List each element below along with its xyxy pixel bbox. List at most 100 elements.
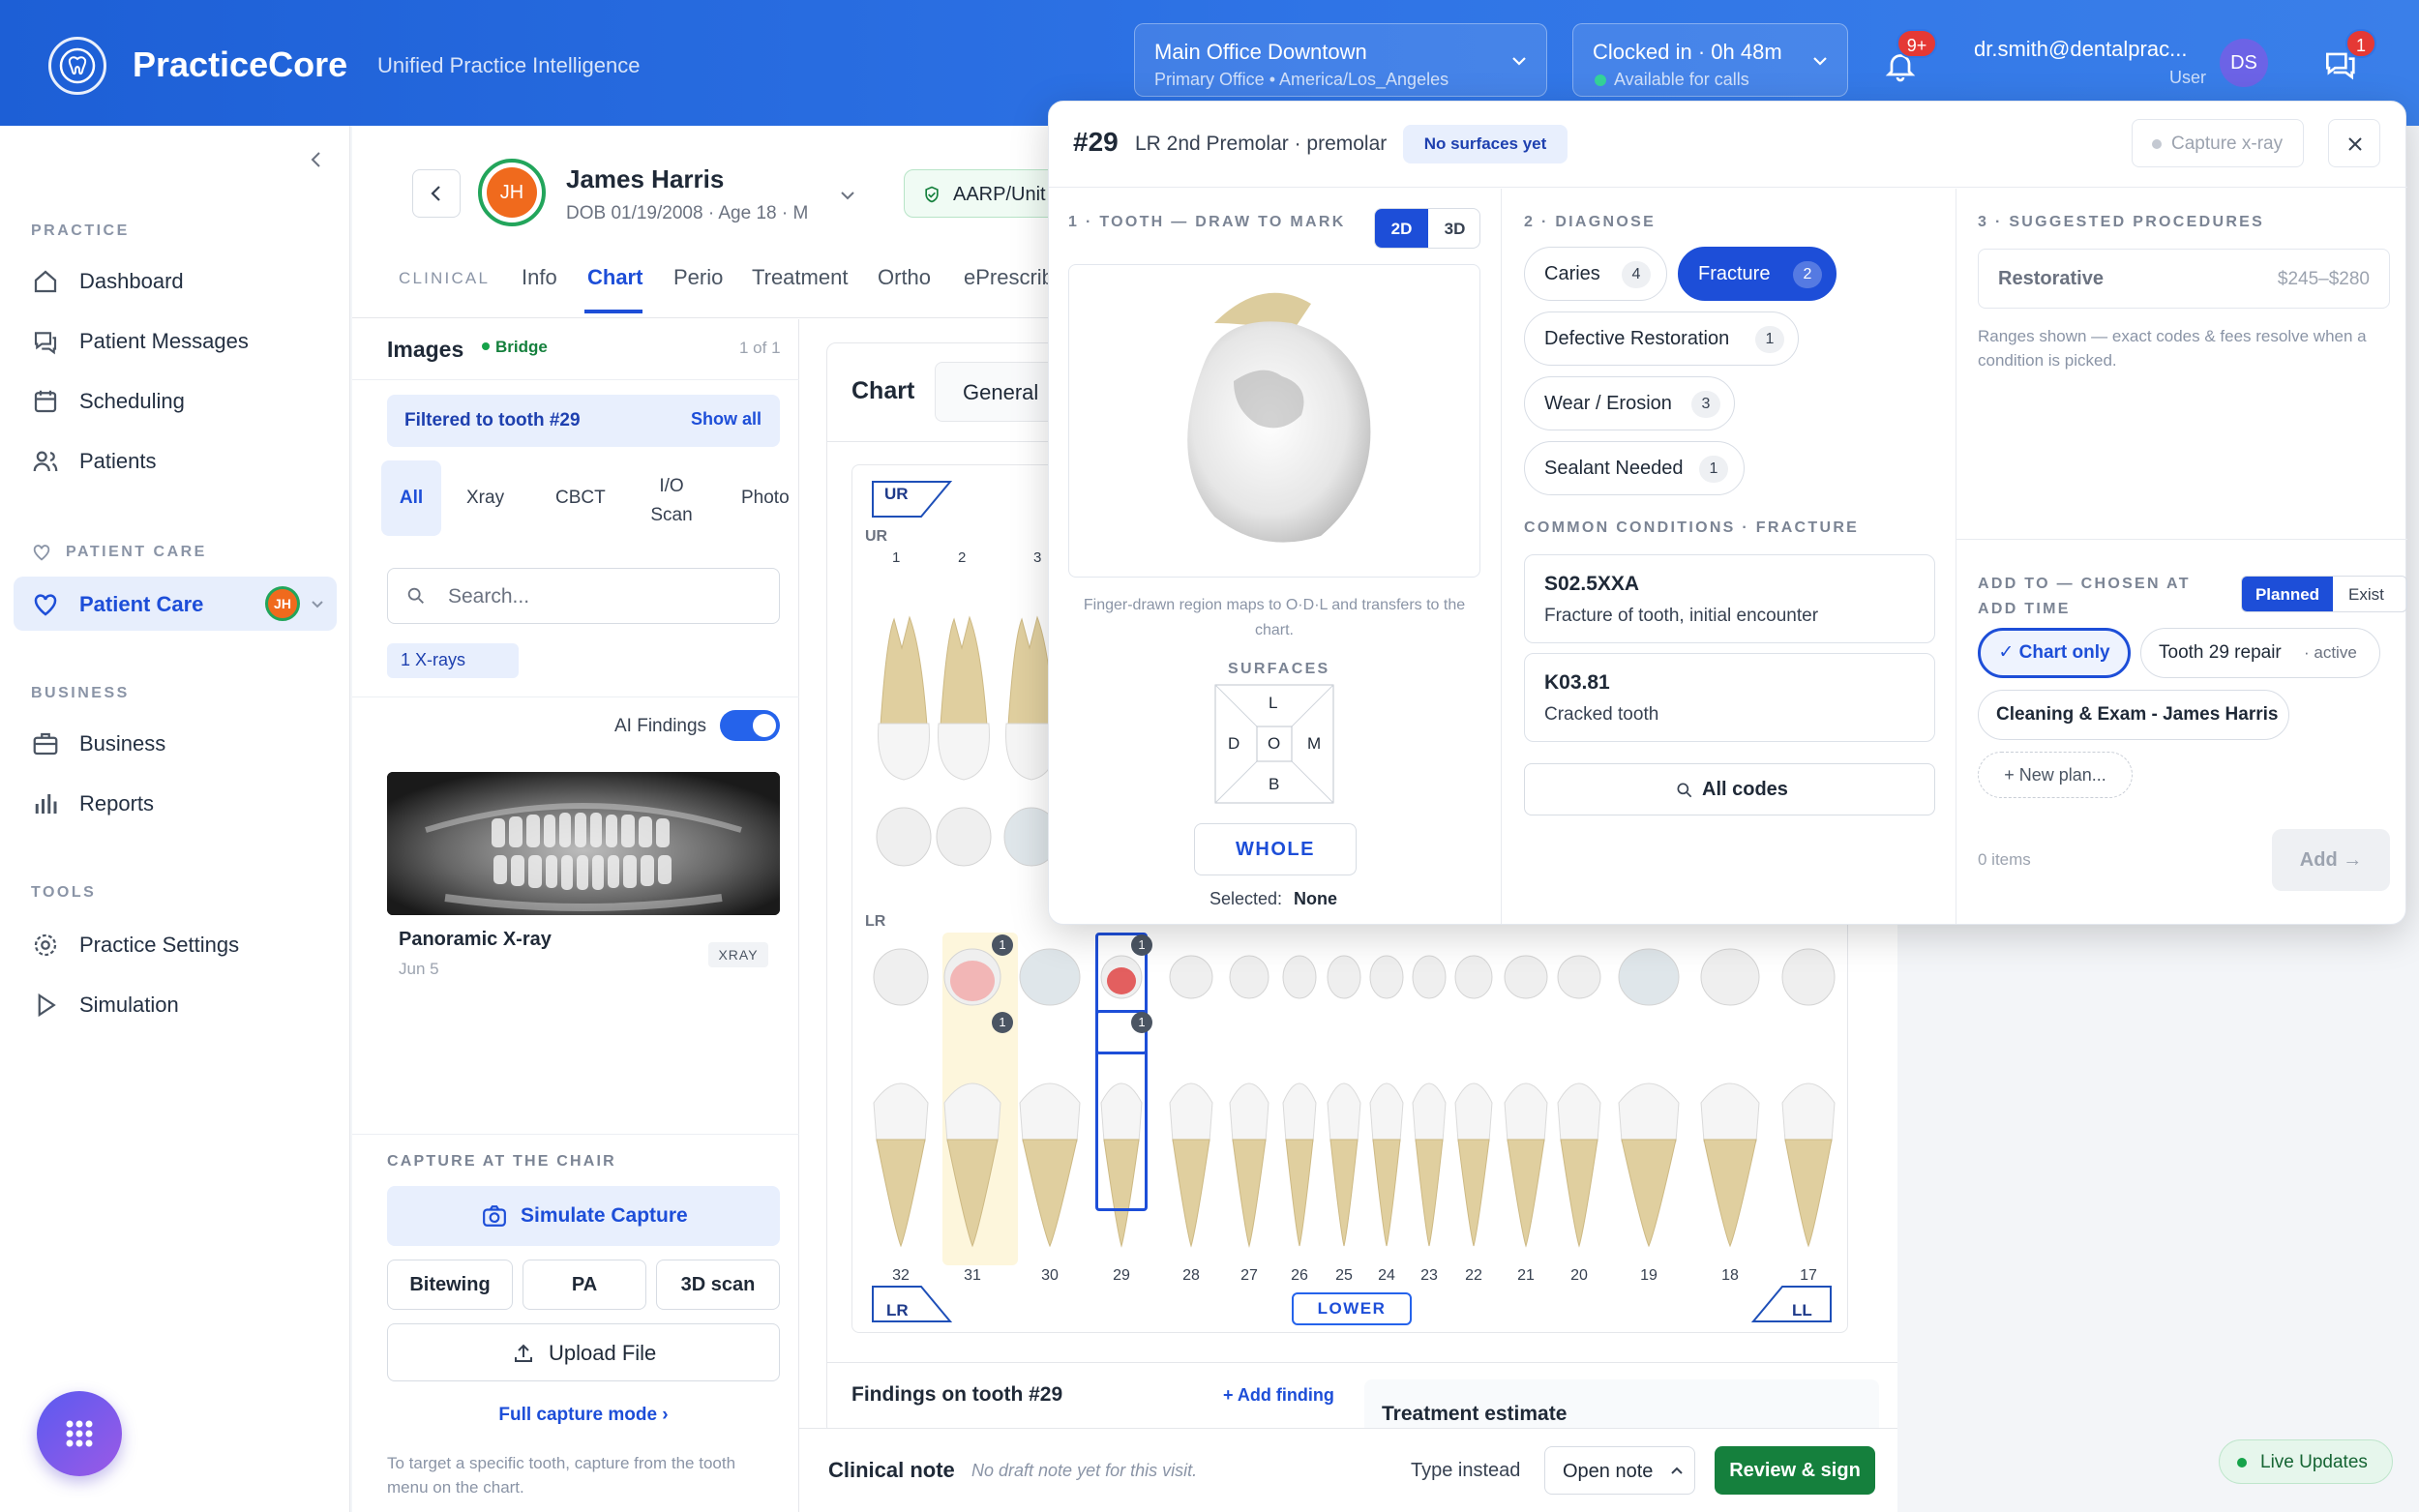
- type-filter-all[interactable]: All: [381, 488, 441, 509]
- simulate-capture-button[interactable]: Simulate Capture: [387, 1186, 780, 1246]
- close-button[interactable]: [2328, 119, 2380, 167]
- type-filter-photo[interactable]: Photo: [741, 488, 790, 509]
- surface-lingual[interactable]: L: [1269, 694, 1277, 713]
- type-filter-io-scan[interactable]: I/O Scan: [642, 472, 701, 530]
- tooth-draw-canvas[interactable]: [1068, 264, 1480, 578]
- whole-tooth-button[interactable]: WHOLE: [1194, 823, 1357, 875]
- sidebar-item-dashboard[interactable]: Dashboard: [14, 253, 337, 308]
- surface-occlusal[interactable]: O: [1268, 734, 1280, 754]
- tooth-31[interactable]: [941, 938, 1004, 1258]
- dimension-2d[interactable]: 2D: [1375, 209, 1428, 248]
- tab-perio[interactable]: Perio: [673, 265, 723, 290]
- bitewing-button[interactable]: Bitewing: [387, 1260, 513, 1310]
- brand-name[interactable]: PracticeCore: [133, 44, 347, 85]
- sidebar-item-scheduling[interactable]: Scheduling: [14, 373, 337, 428]
- chevron-down-icon[interactable]: [310, 596, 325, 611]
- panoramic-xray-thumbnail[interactable]: [387, 772, 780, 915]
- sidebar-item-patients[interactable]: Patients: [14, 433, 337, 488]
- tooth-26[interactable]: [1279, 938, 1320, 1258]
- 3d-scan-button[interactable]: 3D scan: [656, 1260, 780, 1310]
- live-updates-badge[interactable]: Live Updates: [2219, 1439, 2393, 1484]
- diagnosis-fracture[interactable]: Fracture 2: [1678, 247, 1837, 301]
- tooth-18[interactable]: [1697, 938, 1763, 1258]
- tab-chart[interactable]: Chart: [587, 265, 642, 290]
- add-button[interactable]: Add →: [2272, 829, 2390, 891]
- tab-ortho[interactable]: Ortho: [878, 265, 931, 290]
- tooth-19[interactable]: [1615, 938, 1683, 1258]
- avatar[interactable]: DS: [2220, 39, 2268, 87]
- diagnosis-wear-erosion[interactable]: Wear / Erosion 3: [1524, 376, 1735, 430]
- tooth-22[interactable]: [1451, 938, 1496, 1258]
- code-card[interactable]: K03.81 Cracked tooth: [1524, 653, 1935, 742]
- surface-buccal[interactable]: B: [1269, 775, 1279, 794]
- patient-avatar[interactable]: JH: [478, 159, 546, 226]
- type-filter-cbct[interactable]: CBCT: [555, 488, 606, 509]
- ai-findings-toggle[interactable]: [720, 710, 780, 741]
- collapse-sidebar-icon[interactable]: [306, 149, 327, 170]
- tooth-30[interactable]: [1016, 938, 1084, 1258]
- target-cleaning-exam[interactable]: Cleaning & Exam - James Harris: [1978, 690, 2289, 740]
- tooth-1[interactable]: [873, 609, 935, 890]
- xray-count-chip[interactable]: 1 X-rays: [387, 643, 519, 678]
- target-tooth-29-repair[interactable]: Tooth 29 repair · active: [2140, 628, 2380, 678]
- sidebar-item-label: Patients: [79, 449, 157, 473]
- diagnosis-sealant-needed[interactable]: Sealant Needed 1: [1524, 441, 1745, 495]
- diagnosis-defective-restoration[interactable]: Defective Restoration 1: [1524, 311, 1799, 366]
- capture-xray-button[interactable]: Capture x-ray: [2132, 119, 2304, 167]
- chevron-down-icon: [1813, 57, 1827, 66]
- sidebar-item-reports[interactable]: Reports: [14, 776, 337, 830]
- procedure-card[interactable]: Restorative $245–$280: [1978, 249, 2390, 309]
- diagnosis-caries[interactable]: Caries 4: [1524, 247, 1667, 301]
- tooth-20[interactable]: [1554, 938, 1604, 1258]
- sidebar-item-patient-messages[interactable]: Patient Messages: [14, 313, 337, 368]
- upload-file-button[interactable]: Upload File: [387, 1323, 780, 1381]
- apps-launcher-button[interactable]: [37, 1391, 122, 1476]
- tooth-17[interactable]: [1778, 938, 1838, 1258]
- tooth-25[interactable]: [1324, 938, 1364, 1258]
- tooth-27[interactable]: [1226, 938, 1272, 1258]
- show-all-link[interactable]: Show all: [691, 409, 762, 430]
- back-button[interactable]: [412, 169, 461, 218]
- mode-existing[interactable]: Exist: [2335, 577, 2406, 611]
- surface-distal[interactable]: D: [1228, 734, 1239, 754]
- tooth-32[interactable]: [870, 938, 932, 1258]
- tab-info[interactable]: Info: [522, 265, 557, 290]
- sidebar-item-practice-settings[interactable]: Practice Settings: [14, 917, 337, 971]
- review-sign-button[interactable]: Review & sign: [1715, 1446, 1875, 1495]
- sidebar-item-patient-care[interactable]: Patient Care JH: [14, 577, 337, 631]
- clock-status[interactable]: Clocked in · 0h 48m Available for calls: [1572, 23, 1848, 97]
- open-note-button[interactable]: Open note: [1544, 1446, 1695, 1495]
- tooth-28[interactable]: [1166, 938, 1216, 1258]
- brand-logo-icon[interactable]: [48, 37, 106, 95]
- dimension-3d[interactable]: 3D: [1428, 209, 1479, 248]
- chevron-down-icon[interactable]: [838, 186, 857, 205]
- all-codes-button[interactable]: All codes: [1524, 763, 1935, 815]
- tooth-24[interactable]: [1366, 938, 1407, 1258]
- tooth-2[interactable]: [933, 609, 995, 890]
- treatment-estimate-title: Treatment estimate: [1382, 1403, 1568, 1425]
- patient-name[interactable]: James Harris: [566, 164, 724, 194]
- sidebar-item-simulation[interactable]: Simulation: [14, 977, 337, 1031]
- pa-button[interactable]: PA: [523, 1260, 646, 1310]
- target-chart-only[interactable]: ✓ Chart only: [1978, 628, 2131, 678]
- tab-eprescribe[interactable]: ePrescrib: [964, 265, 1049, 290]
- add-finding-link[interactable]: + Add finding: [1223, 1385, 1334, 1406]
- type-instead-link[interactable]: Type instead: [1411, 1460, 1520, 1482]
- user-email[interactable]: dr.smith@dentalprac...: [1974, 37, 2206, 62]
- surface-mesial[interactable]: M: [1307, 734, 1321, 754]
- tabs-section-label: CLINICAL: [399, 269, 491, 287]
- full-capture-mode-link[interactable]: Full capture mode ›: [387, 1405, 780, 1426]
- tooth-29-buccal-selection[interactable]: [1095, 1010, 1148, 1211]
- new-plan-button[interactable]: + New plan...: [1978, 752, 2133, 798]
- code-card[interactable]: S02.5XXA Fracture of tooth, initial encou…: [1524, 554, 1935, 643]
- tooth-23[interactable]: [1409, 938, 1449, 1258]
- sidebar-item-label: Scheduling: [79, 389, 185, 413]
- mode-planned[interactable]: Planned: [2242, 577, 2333, 611]
- sidebar-item-business[interactable]: Business: [14, 716, 337, 770]
- search-input[interactable]: Search...: [387, 568, 780, 624]
- type-filter-xray[interactable]: Xray: [466, 488, 504, 509]
- tooth-21[interactable]: [1501, 938, 1551, 1258]
- arch-lower-button[interactable]: LOWER: [1292, 1292, 1412, 1325]
- location-selector[interactable]: Main Office Downtown Primary Office • Am…: [1134, 23, 1547, 97]
- tab-treatment[interactable]: Treatment: [752, 265, 848, 290]
